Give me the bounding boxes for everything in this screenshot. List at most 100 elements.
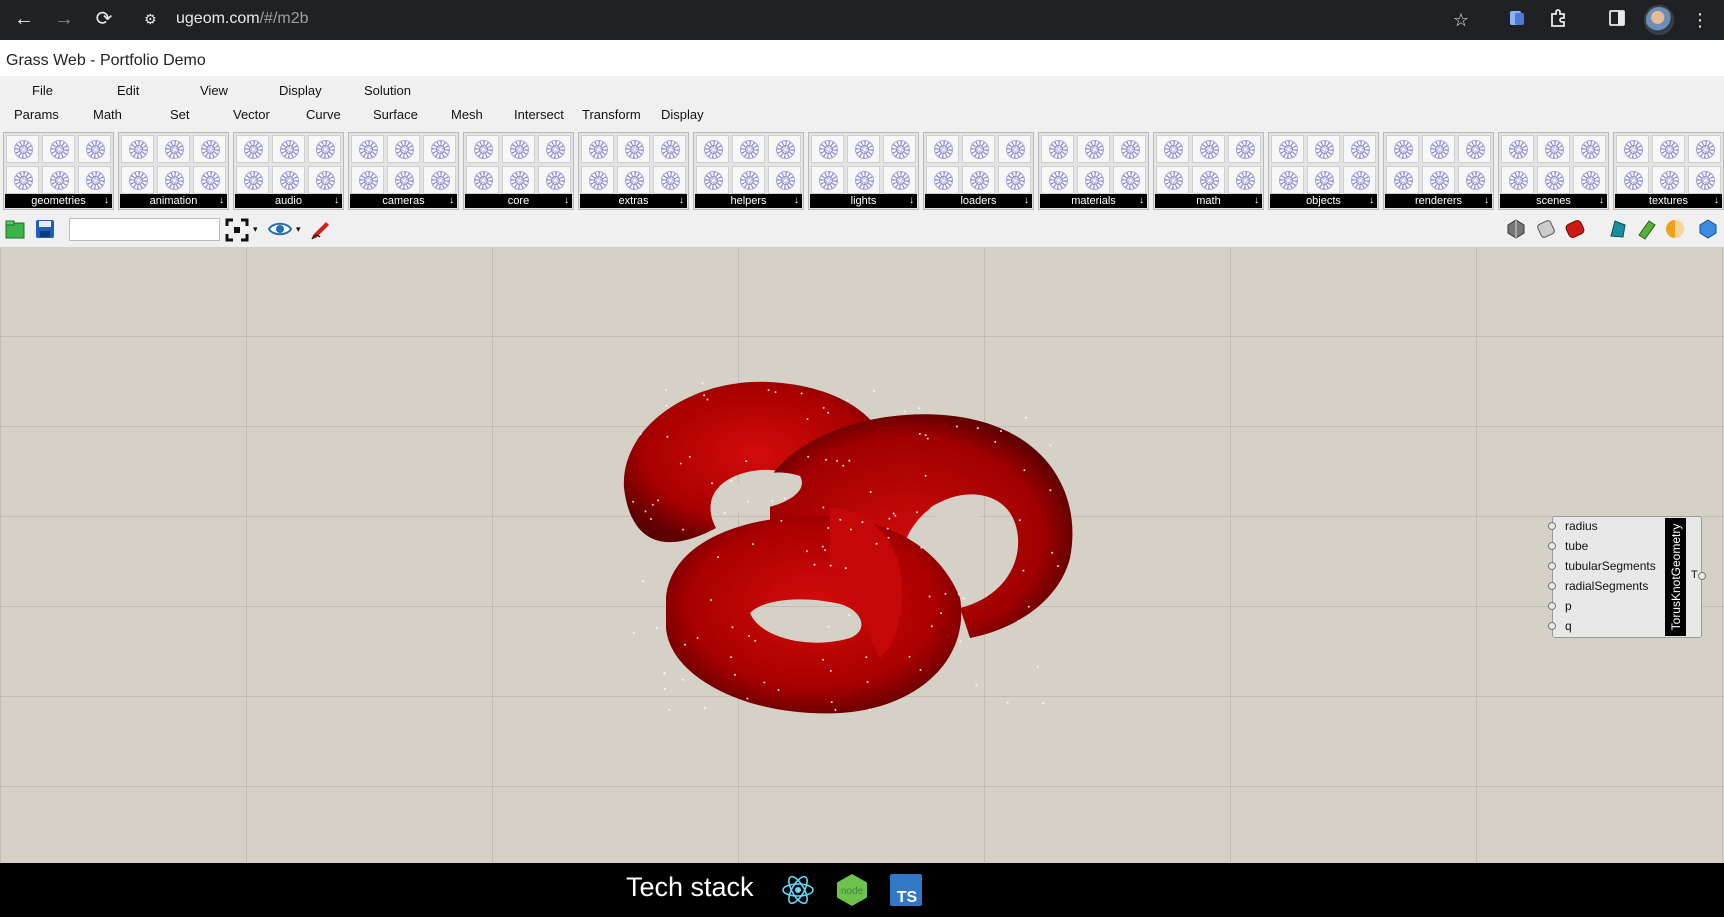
output-port[interactable] (1698, 572, 1706, 580)
component-icon[interactable] (466, 166, 499, 194)
expand-arrow-icon[interactable]: ↓ (1714, 194, 1719, 208)
input-port[interactable] (1548, 622, 1556, 630)
component-search-input[interactable] (69, 218, 220, 241)
component-icon[interactable] (6, 166, 39, 194)
component-icon[interactable] (962, 135, 995, 163)
menu-math[interactable]: Math (93, 107, 122, 122)
menu-intersect[interactable]: Intersect (514, 107, 564, 122)
ribbon-group-label[interactable]: loaders (925, 194, 1032, 208)
component-icon[interactable] (1113, 135, 1146, 163)
ribbon-group-label[interactable]: audio (235, 194, 342, 208)
component-icon[interactable] (1307, 166, 1340, 194)
component-icon[interactable] (1307, 135, 1340, 163)
mesh-preview-icon[interactable] (1607, 218, 1629, 240)
component-icon[interactable] (1228, 166, 1261, 194)
menu-vector[interactable]: Vector (233, 107, 270, 122)
component-icon[interactable] (696, 135, 729, 163)
component-icon[interactable] (538, 135, 571, 163)
component-icon[interactable] (1271, 166, 1304, 194)
component-icon[interactable] (847, 135, 880, 163)
render-shaded-icon[interactable] (1505, 218, 1527, 240)
ribbon-group-label[interactable]: lights (810, 194, 917, 208)
component-icon[interactable] (387, 166, 420, 194)
component-icon[interactable] (1688, 135, 1721, 163)
zoom-extents-icon[interactable] (225, 218, 249, 242)
input-port[interactable] (1548, 582, 1556, 590)
component-icon[interactable] (883, 166, 916, 194)
ribbon-group-label[interactable]: helpers (695, 194, 802, 208)
bookmark-star-icon[interactable]: ☆ (1449, 8, 1473, 32)
component-icon[interactable] (157, 135, 190, 163)
node-canvas[interactable]: radius tube tubularSegments radialSegmen… (0, 248, 1724, 863)
component-icon[interactable] (272, 166, 305, 194)
expand-arrow-icon[interactable]: ↓ (219, 194, 224, 208)
component-icon[interactable] (1652, 166, 1685, 194)
component-icon[interactable] (236, 166, 269, 194)
component-icon[interactable] (768, 166, 801, 194)
component-icon[interactable] (811, 166, 844, 194)
back-icon[interactable]: ← (6, 0, 42, 40)
component-icon[interactable] (6, 135, 39, 163)
ribbon-group-label[interactable]: extras (580, 194, 687, 208)
node-title-bar[interactable]: TorusKnotGeometry (1665, 518, 1686, 636)
component-icon[interactable] (1537, 166, 1570, 194)
component-icon[interactable] (1458, 135, 1491, 163)
component-icon[interactable] (1422, 135, 1455, 163)
component-icon[interactable] (42, 135, 75, 163)
component-icon[interactable] (998, 166, 1031, 194)
component-icon[interactable] (308, 166, 341, 194)
component-icon[interactable] (1192, 135, 1225, 163)
component-icon[interactable] (121, 135, 154, 163)
component-icon[interactable] (236, 135, 269, 163)
ribbon-group-label[interactable]: animation (120, 194, 227, 208)
component-icon[interactable] (1192, 166, 1225, 194)
component-icon[interactable] (502, 166, 535, 194)
component-icon[interactable] (387, 135, 420, 163)
menu-mesh[interactable]: Mesh (451, 107, 483, 122)
component-icon[interactable] (962, 166, 995, 194)
ribbon-group-label[interactable]: core (465, 194, 572, 208)
torus-knot-viewport[interactable] (600, 358, 1140, 738)
component-icon[interactable] (1386, 135, 1419, 163)
menu-set[interactable]: Set (170, 107, 190, 122)
expand-arrow-icon[interactable]: ↓ (1024, 194, 1029, 208)
sketch-pen-icon[interactable] (309, 218, 331, 240)
menu-curve[interactable]: Curve (306, 107, 341, 122)
component-icon[interactable] (1458, 166, 1491, 194)
component-icon[interactable] (351, 166, 384, 194)
component-icon[interactable] (538, 166, 571, 194)
component-icon[interactable] (581, 166, 614, 194)
expand-arrow-icon[interactable]: ↓ (104, 194, 109, 208)
component-icon[interactable] (502, 135, 535, 163)
component-icon[interactable] (121, 166, 154, 194)
save-icon[interactable] (34, 218, 56, 240)
expand-arrow-icon[interactable]: ↓ (1139, 194, 1144, 208)
component-icon[interactable] (696, 166, 729, 194)
component-icon[interactable] (653, 135, 686, 163)
extension-icon[interactable] (1505, 8, 1529, 32)
input-port[interactable] (1548, 522, 1556, 530)
forward-icon[interactable]: → (46, 0, 82, 40)
component-icon[interactable] (423, 166, 456, 194)
ribbon-group-label[interactable]: materials (1040, 194, 1147, 208)
menu-display[interactable]: Display (279, 83, 322, 98)
component-icon[interactable] (617, 166, 650, 194)
side-panel-icon[interactable] (1605, 8, 1629, 32)
component-icon[interactable] (732, 166, 765, 194)
component-icon[interactable] (1156, 135, 1189, 163)
component-icon[interactable] (78, 166, 111, 194)
extensions-puzzle-icon[interactable] (1546, 8, 1570, 32)
component-icon[interactable] (351, 135, 384, 163)
component-icon[interactable] (193, 135, 226, 163)
expand-arrow-icon[interactable]: ↓ (909, 194, 914, 208)
ribbon-group-label[interactable]: math (1155, 194, 1262, 208)
menu-edit[interactable]: Edit (117, 83, 139, 98)
input-port[interactable] (1548, 542, 1556, 550)
component-icon[interactable] (926, 135, 959, 163)
component-icon[interactable] (1228, 135, 1261, 163)
component-icon[interactable] (1573, 135, 1606, 163)
menu-params[interactable]: Params (14, 107, 59, 122)
expand-arrow-icon[interactable]: ↓ (679, 194, 684, 208)
component-icon[interactable] (811, 135, 844, 163)
component-icon[interactable] (1501, 135, 1534, 163)
